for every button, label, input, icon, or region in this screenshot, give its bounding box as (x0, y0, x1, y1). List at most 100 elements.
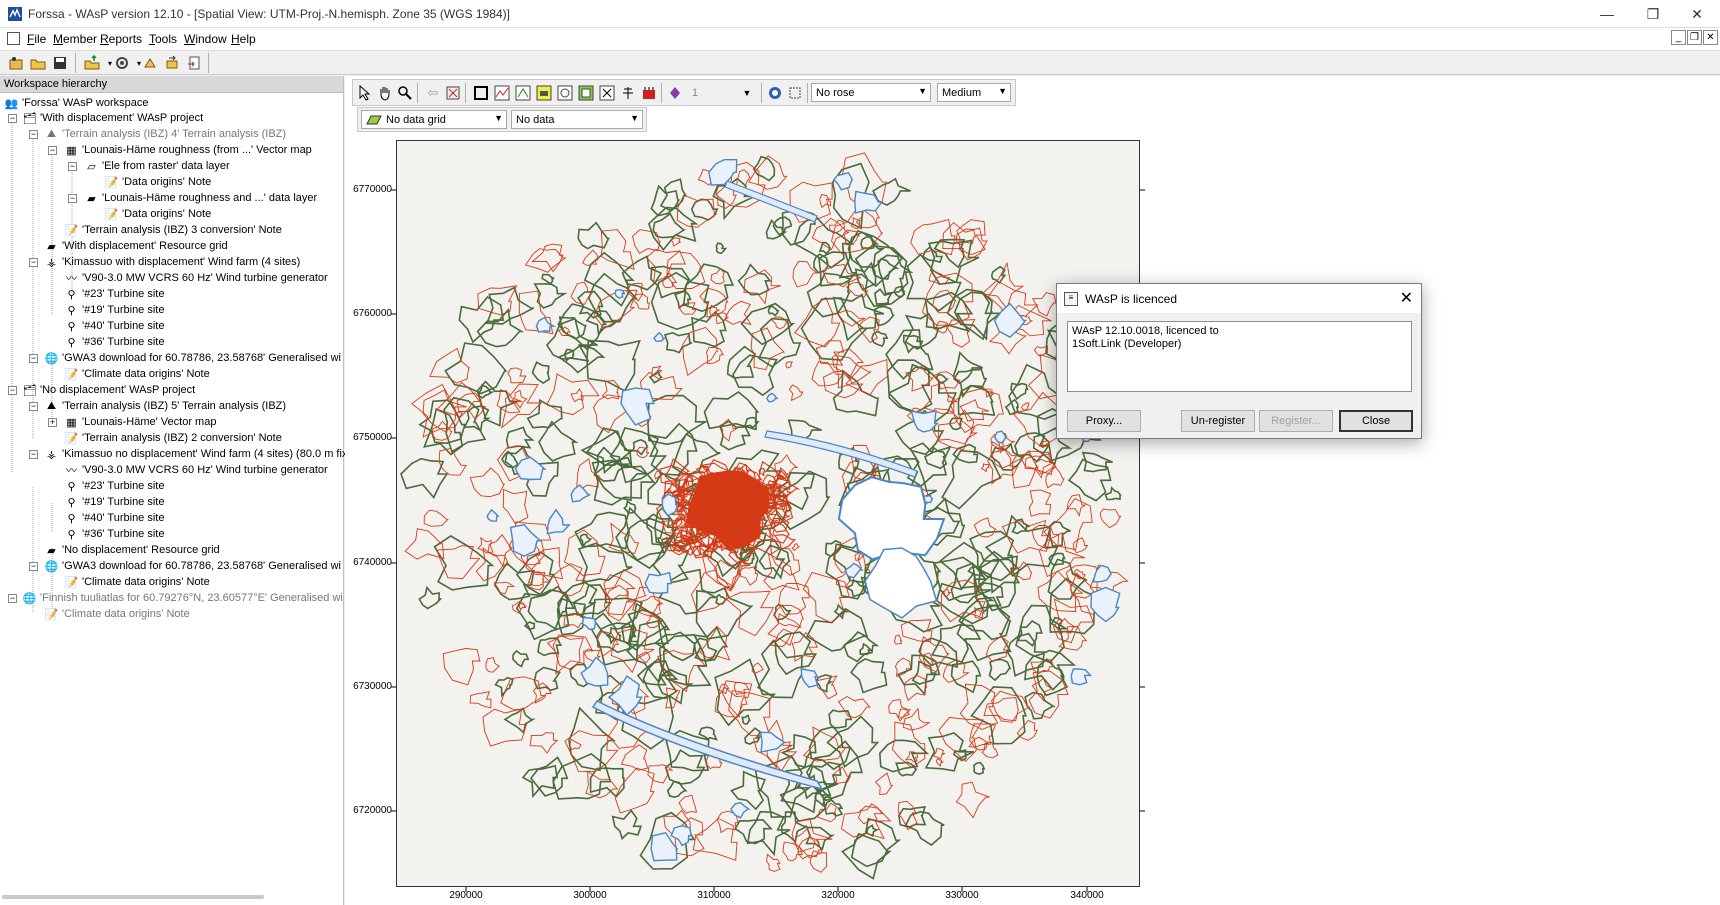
contour-line (521, 764, 559, 799)
menu-window[interactable]: Window (184, 32, 227, 46)
tree-item-turbine-site[interactable]: ⚲ '#19' Turbine site (64, 302, 164, 318)
obstacles-layer-icon[interactable] (534, 83, 554, 103)
maximize-button[interactable]: ❐ (1630, 0, 1676, 28)
map-canvas[interactable] (396, 140, 1140, 887)
tree-item-note[interactable]: 📝 'Climate data origins' Note (64, 366, 210, 382)
collapse-toggle[interactable]: − (8, 114, 17, 123)
tree-item-turbine-site[interactable]: ⚲ '#40' Turbine site (64, 318, 164, 334)
tree-item-generalised-wind-climate[interactable]: 🌐 'GWA3 download for 60.78786, 23.58768' … (44, 558, 341, 574)
register-button[interactable]: Register... (1259, 410, 1333, 432)
rose-select[interactable]: No rose ▼ (811, 83, 931, 102)
refresh-view-icon[interactable] (765, 83, 785, 103)
back-arrow-icon[interactable]: ⇦ (423, 83, 443, 103)
mdi-restore-button[interactable]: ❐ (1687, 30, 1702, 45)
tree-item-data-layer[interactable]: ▱ 'Ele from raster' data layer (84, 158, 229, 174)
collapse-toggle[interactable]: − (29, 402, 38, 411)
collapse-toggle[interactable]: − (29, 258, 38, 267)
contour-line (645, 248, 686, 284)
tree-item-vector-map[interactable]: ▦ 'Lounais-Häme roughness (from ...' Vect… (64, 142, 312, 158)
tree-item-note[interactable]: 📝 'Climate data origins' Note (64, 574, 210, 590)
data-grid-select[interactable]: No data grid ▼ (361, 110, 507, 129)
contour-layer-icon[interactable] (555, 83, 575, 103)
mdi-close-button[interactable]: ✕ (1703, 30, 1718, 45)
expand-toggle[interactable]: + (48, 418, 57, 427)
met-station-icon[interactable] (665, 83, 685, 103)
site-layer-icon[interactable] (597, 83, 617, 103)
minimize-button[interactable]: — (1584, 0, 1630, 28)
mdi-minimize-button[interactable]: _ (1671, 30, 1686, 45)
open-workspace-icon[interactable] (28, 53, 48, 73)
layer-number-dropdown[interactable]: ▼ (737, 83, 757, 103)
chevron-down-icon: ▼ (494, 113, 503, 123)
zoom-extent-icon[interactable] (443, 83, 463, 103)
tree-item-turbine-generator[interactable]: 〰 'V90-3.0 MW VCRS 60 Hz' Wind turbine ge… (64, 462, 328, 478)
tree-item-vector-map[interactable]: ▦ 'Lounais-Häme' Vector map (64, 414, 216, 430)
tree-item-turbine-site[interactable]: ⚲ '#19' Turbine site (64, 494, 164, 510)
size-select[interactable]: Medium ▼ (937, 83, 1011, 102)
collapse-toggle[interactable]: − (68, 162, 77, 171)
tree-item-note[interactable]: 📝 'Data origins' Note (104, 174, 212, 190)
select-frame-icon[interactable] (785, 83, 805, 103)
close-window-button[interactable]: ✕ (1674, 0, 1720, 28)
collapse-toggle[interactable]: − (8, 386, 17, 395)
close-icon[interactable]: ✕ (1400, 288, 1413, 308)
menu-help[interactable]: Help (231, 32, 256, 46)
collapse-toggle[interactable]: − (29, 354, 38, 363)
collapse-toggle[interactable]: − (29, 562, 38, 571)
data-select[interactable]: No data ▼ (511, 110, 643, 129)
tree-item-data-layer[interactable]: ▰ 'Lounais-Häme roughness and ...' data l… (84, 190, 317, 206)
zoom-icon[interactable] (395, 83, 415, 103)
menu-reports[interactable]: Reports (100, 32, 142, 46)
frame-tool-icon[interactable] (471, 83, 491, 103)
tree-item-note[interactable]: 📝 'Climate data origins' Note (44, 606, 190, 622)
pointer-icon[interactable] (355, 83, 375, 103)
contour-line (529, 756, 569, 797)
grid-layer-icon[interactable] (576, 83, 596, 103)
tree-item-generalised-wind-climate[interactable]: 🌐 'Finnish tuuliatlas for 60.79276°N, 23.… (22, 590, 343, 606)
tree-item-note[interactable]: 📝 'Terrain analysis (IBZ) 2 conversion' N… (64, 430, 282, 446)
export-icon[interactable] (184, 53, 204, 73)
tree-item-turbine-site[interactable]: ⚲ '#36' Turbine site (64, 526, 164, 542)
tree-item-workspace[interactable]: 👥 'Forssa' WAsP workspace (4, 95, 149, 111)
tree-item-turbine-site[interactable]: ⚲ '#23' Turbine site (64, 478, 164, 494)
menu-tools[interactable]: Tools (149, 32, 177, 46)
tree-item-terrain-analysis[interactable]: ⛰ 'Terrain analysis (IBZ) 4' Terrain anal… (44, 126, 286, 142)
horizontal-scrollbar[interactable] (2, 895, 264, 899)
unregister-button[interactable]: Un-register (1181, 410, 1255, 432)
tree-item-note[interactable]: 📝 'Data origins' Note (104, 206, 212, 222)
roughness-layer-icon[interactable] (513, 83, 533, 103)
tree-item-wind-farm[interactable]: ⚶ 'Kimassuo with displacement' Wind farm … (44, 254, 301, 270)
pan-hand-icon[interactable] (375, 83, 395, 103)
tree-item-resource-grid[interactable]: ▰ 'No displacement' Resource grid (44, 542, 219, 558)
document-icon[interactable] (7, 32, 20, 45)
collapse-toggle[interactable]: − (8, 594, 17, 603)
tree-item-turbine-generator[interactable]: 〰 'V90-3.0 MW VCRS 60 Hz' Wind turbine ge… (64, 270, 328, 286)
close-button[interactable]: Close (1339, 410, 1413, 432)
proxy-button[interactable]: Proxy... (1067, 410, 1141, 432)
tree-item-turbine-site[interactable]: ⚲ '#36' Turbine site (64, 334, 164, 350)
move-member-icon[interactable] (162, 53, 182, 73)
menu-member[interactable]: Member (53, 32, 97, 46)
terrain-layer-icon[interactable] (492, 83, 512, 103)
tree-item-note[interactable]: 📝 'Terrain analysis (IBZ) 3 conversion' N… (64, 222, 282, 238)
arrange-icon[interactable] (140, 53, 160, 73)
tree-item-project[interactable]: 🗂 'With displacement' WAsP project (22, 110, 204, 126)
tree-item-wind-farm[interactable]: ⚶ 'Kimassuo no displacement' Wind farm (4… (44, 446, 348, 462)
tree-item-resource-grid[interactable]: ▰ 'With displacement' Resource grid (44, 238, 227, 254)
save-icon[interactable] (50, 53, 70, 73)
menu-file[interactable]: File (27, 32, 46, 46)
collapse-toggle[interactable]: − (68, 194, 77, 203)
contour-line (900, 619, 933, 643)
collapse-toggle[interactable]: − (29, 450, 38, 459)
tree-item-project[interactable]: 🗂 'No displacement' WAsP project (22, 382, 196, 398)
turbine-layer-icon[interactable] (618, 83, 638, 103)
collapse-toggle[interactable]: − (48, 146, 57, 155)
collapse-toggle[interactable]: − (29, 130, 38, 139)
tree-item-generalised-wind-climate[interactable]: 🌐 'GWA3 download for 60.78786, 23.58768' … (44, 350, 341, 366)
wind-farm-layer-icon[interactable] (639, 83, 659, 103)
insert-member-icon[interactable] (82, 53, 102, 73)
tree-item-turbine-site[interactable]: ⚲ '#40' Turbine site (64, 510, 164, 526)
tree-item-terrain-analysis[interactable]: ⛰ 'Terrain analysis (IBZ) 5' Terrain anal… (44, 398, 286, 414)
tree-item-turbine-site[interactable]: ⚲ '#23' Turbine site (64, 286, 164, 302)
new-workspace-icon[interactable] (6, 53, 26, 73)
